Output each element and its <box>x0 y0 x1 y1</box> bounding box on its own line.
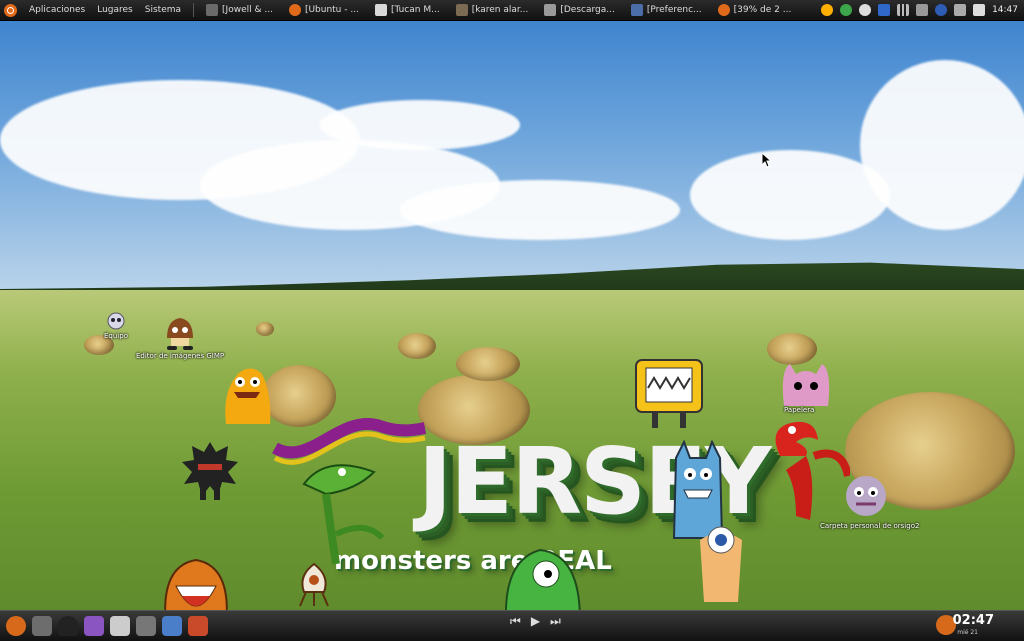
next-track-icon[interactable]: ⏭ <box>550 614 561 629</box>
task-descargas[interactable]: [Descarga... <box>538 2 620 18</box>
fox-icon[interactable] <box>188 616 208 636</box>
desktop-icon-gimp[interactable]: Editor de imágenes GIMP <box>136 316 224 360</box>
bottom-dock: ⏮ ▶ ⏭ 02:47 mié 21 <box>0 610 1024 641</box>
firefox-icon <box>288 4 301 16</box>
cloud <box>690 150 890 240</box>
battery-icon[interactable] <box>916 4 929 16</box>
volume-icon[interactable] <box>954 4 967 16</box>
pink-cat-monster-icon <box>782 364 830 406</box>
network-signal-icon[interactable] <box>897 4 910 16</box>
menu-sistema[interactable]: Sistema <box>139 5 187 15</box>
panel-clock[interactable]: 14:47 <box>992 5 1018 15</box>
desktop-icon-label: Equipo <box>104 332 128 340</box>
folder-icon[interactable] <box>162 616 182 636</box>
tucan-icon <box>374 4 387 16</box>
shield-icon[interactable] <box>878 4 891 16</box>
desktop-icon-label: Papelera <box>784 406 815 414</box>
desktop-icon-label: Editor de imágenes GIMP <box>136 352 225 360</box>
bluetooth-icon[interactable] <box>935 4 948 16</box>
yellow-slug-monster-icon <box>225 368 271 424</box>
computer-icon <box>107 312 125 330</box>
cloud <box>320 100 520 150</box>
green-plant-monster-icon <box>302 464 385 565</box>
small-brown-monster-icon <box>299 562 329 607</box>
cloud-icon[interactable] <box>859 4 872 16</box>
image-icon <box>455 4 468 16</box>
chat-icon[interactable] <box>84 616 104 636</box>
firefox-icon[interactable] <box>6 616 26 636</box>
update-icon[interactable] <box>840 4 853 16</box>
previous-track-icon[interactable]: ⏮ <box>510 614 521 629</box>
gimp-goomba-icon <box>167 318 194 350</box>
yellow-box-monster-icon <box>635 359 703 428</box>
mouse-pointer-icon <box>762 153 772 167</box>
desktop-icon-carpeta-personal[interactable]: Carpeta personal de orsigo2 <box>820 520 919 530</box>
panel-separator <box>193 3 195 17</box>
task-download-progress[interactable]: [39% de 2 ... <box>712 2 798 18</box>
cloud <box>400 180 680 240</box>
desktop-icon-label: Carpeta personal de orsigo2 <box>820 522 920 530</box>
penguin-icon[interactable] <box>58 616 78 636</box>
top-panel: Aplicaciones Lugares Sistema [Jowell & .… <box>0 0 1024 20</box>
notification-icon[interactable] <box>821 4 834 16</box>
dock-clock[interactable]: 02:47 <box>953 613 994 628</box>
menu-aplicaciones[interactable]: Aplicaciones <box>23 5 91 15</box>
hay-bale <box>398 333 436 359</box>
taskbar: [Jowell & ... [Ubuntu - ... [Tucan M... … <box>200 2 797 18</box>
camera-icon[interactable] <box>136 616 156 636</box>
firefox-icon <box>717 4 730 16</box>
desktop-icon-papelera[interactable]: Papelera <box>784 404 814 414</box>
media-controls: ⏮ ▶ ⏭ <box>510 614 561 629</box>
hay-bale <box>456 347 520 381</box>
orange-eye-monster-icon <box>700 526 742 602</box>
task-karen[interactable]: [karen alar... <box>450 2 535 18</box>
play-icon[interactable]: ▶ <box>531 614 540 629</box>
documents-icon[interactable] <box>110 616 130 636</box>
system-tray: 14:47 <box>821 0 1024 20</box>
task-jowell[interactable]: [Jowell & ... <box>200 2 279 18</box>
red-crab-monster-icon <box>775 421 850 520</box>
hay-bale <box>256 322 274 336</box>
terminal-icon[interactable] <box>32 616 52 636</box>
grey-fuzzy-monster-icon <box>846 476 886 516</box>
task-ubuntu[interactable]: [Ubuntu - ... <box>283 2 365 18</box>
cloud <box>860 60 1024 230</box>
mail-icon[interactable] <box>973 4 986 16</box>
preferences-icon <box>630 4 643 16</box>
black-spiky-monster-icon <box>182 442 238 500</box>
ubuntu-logo-icon[interactable] <box>4 3 17 17</box>
download-icon <box>544 4 557 16</box>
menu-lugares[interactable]: Lugares <box>91 5 139 15</box>
task-preferencias[interactable]: [Preferenc... <box>625 2 708 18</box>
task-tucan[interactable]: [Tucan M... <box>369 2 446 18</box>
desktop-icon-equipo[interactable]: Equipo <box>104 312 128 340</box>
window-icon <box>206 4 219 16</box>
desktop: JERSEY monsters are REAL Equipo Editor d… <box>0 20 1024 620</box>
dock-date: mié 21 <box>957 629 978 636</box>
green-blob-monster-icon <box>504 548 582 620</box>
